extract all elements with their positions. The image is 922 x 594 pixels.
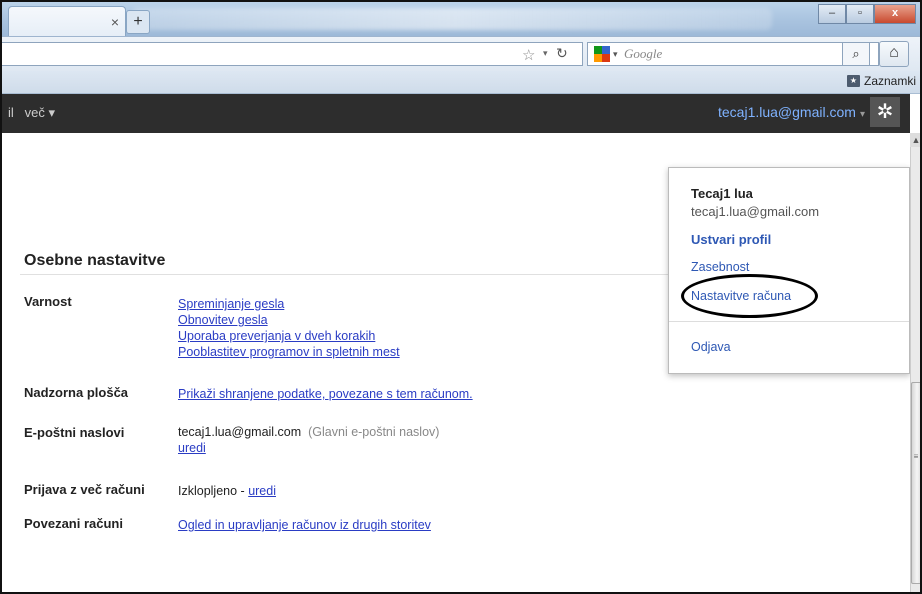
linked-accounts-value: Ogled in upravljanje računov iz drugih s… (178, 517, 431, 533)
google-bar: il več ▾ tecaj1.lua@gmail.com ▾ ✲ (2, 94, 910, 133)
linked-accounts-label: Povezani računi (24, 516, 123, 531)
account-dropdown-email: tecaj1.lua@gmail.com (691, 204, 820, 219)
chevron-down-icon: ▾ (859, 109, 865, 120)
multi-login-label: Prijava z več računi (24, 482, 145, 497)
account-email: tecaj1.lua@gmail.com (718, 104, 856, 120)
primary-email-note: (Glavni e-poštni naslov) (308, 425, 440, 439)
scrollbar-thumb[interactable] (911, 382, 920, 584)
search-engine-dropdown-icon[interactable]: ▾ (613, 49, 618, 60)
home-icon[interactable]: ⌂ (879, 41, 909, 67)
gbar-more-menu[interactable]: več ▾ (25, 105, 55, 120)
browser-window: × + – ▫ x ☆ ▾ ↻ ▾ Google ⌕ ⌂ ★ Zaznamki (0, 0, 922, 594)
account-name: Tecaj1 lua (691, 186, 753, 201)
bookmark-star-icon[interactable]: ☆ (522, 46, 535, 64)
logout-link[interactable]: Odjava (691, 340, 731, 354)
account-dropdown: Tecaj1 lua tecaj1.lua@gmail.com Ustvari … (668, 167, 910, 374)
reload-icon[interactable]: ↻ (556, 45, 568, 62)
gbar-cut-link[interactable]: il (8, 105, 14, 120)
new-tab-button[interactable]: + (126, 10, 150, 34)
email-addresses-value: tecaj1.lua@gmail.com (Glavni e-poštni na… (178, 424, 439, 456)
multi-login-status: Izklopljeno - (178, 484, 249, 498)
url-bar[interactable]: ☆ ▾ ↻ (2, 42, 583, 66)
change-password-link[interactable]: Spreminjanje gesla (178, 296, 400, 312)
authorize-apps-link[interactable]: Pooblastitev programov in spletnih mest (178, 344, 400, 360)
security-links: Spreminjanje gesla Obnovitev gesla Upora… (178, 296, 400, 360)
dashboard-value: Prikaži shranjene podatke, povezane s te… (178, 386, 473, 402)
account-email-menu[interactable]: tecaj1.lua@gmail.com ▾ (718, 104, 865, 120)
navigation-bar: ☆ ▾ ↻ ▾ Google ⌕ ⌂ (2, 36, 920, 72)
create-profile-link[interactable]: Ustvari profil (691, 232, 771, 247)
page-title: Osebne nastavitve (24, 252, 166, 269)
bookmarks-bar: ★ Zaznamki (2, 71, 920, 94)
window-controls: – ▫ x (818, 4, 916, 24)
manage-linked-accounts-link[interactable]: Ogled in upravljanje računov iz drugih s… (178, 517, 431, 533)
gear-icon[interactable]: ✲ (870, 97, 900, 127)
two-step-verification-link[interactable]: Uporaba preverjanja v dveh korakih (178, 328, 400, 344)
bookmarks-label: Zaznamki (863, 74, 916, 88)
search-icon[interactable]: ⌕ (842, 42, 870, 66)
search-engine-placeholder: Google (624, 46, 663, 61)
password-recovery-link[interactable]: Obnovitev gesla (178, 312, 400, 328)
highlight-ellipse (681, 274, 818, 318)
history-dropdown-icon[interactable]: ▾ (543, 48, 548, 59)
edit-multi-login-link[interactable]: uredi (248, 484, 276, 498)
minimize-button[interactable]: – (818, 4, 846, 24)
edit-email-link[interactable]: uredi (178, 440, 439, 456)
dashboard-label: Nadzorna plošča (24, 385, 129, 400)
title-bar: × + – ▫ x (2, 2, 920, 37)
gbar-links: il več ▾ (8, 105, 55, 121)
heading-divider (20, 274, 670, 275)
multi-login-value: Izklopljeno - uredi (178, 483, 276, 499)
scroll-grip-icon: ≡ (913, 452, 919, 461)
close-window-button[interactable]: x (874, 4, 916, 24)
blurred-title (132, 8, 772, 30)
primary-email: tecaj1.lua@gmail.com (178, 425, 302, 439)
bookmarks-icon: ★ (846, 75, 860, 87)
restore-button[interactable]: ▫ (846, 4, 874, 24)
tab-close-icon[interactable]: × (111, 14, 119, 30)
email-addresses-label: E-poštni naslovi (24, 425, 125, 440)
security-label: Varnost (24, 294, 72, 309)
search-bar[interactable]: ▾ Google (587, 42, 879, 66)
browser-tab[interactable]: × (8, 6, 126, 37)
scroll-up-arrow-icon[interactable]: ▲ (910, 133, 920, 147)
google-icon[interactable] (594, 46, 610, 62)
dropdown-divider (669, 321, 909, 322)
bookmarks-menu[interactable]: ★ Zaznamki (846, 74, 916, 88)
show-stored-data-link[interactable]: Prikaži shranjene podatke, povezane s te… (178, 386, 473, 402)
privacy-link[interactable]: Zasebnost (691, 260, 749, 274)
